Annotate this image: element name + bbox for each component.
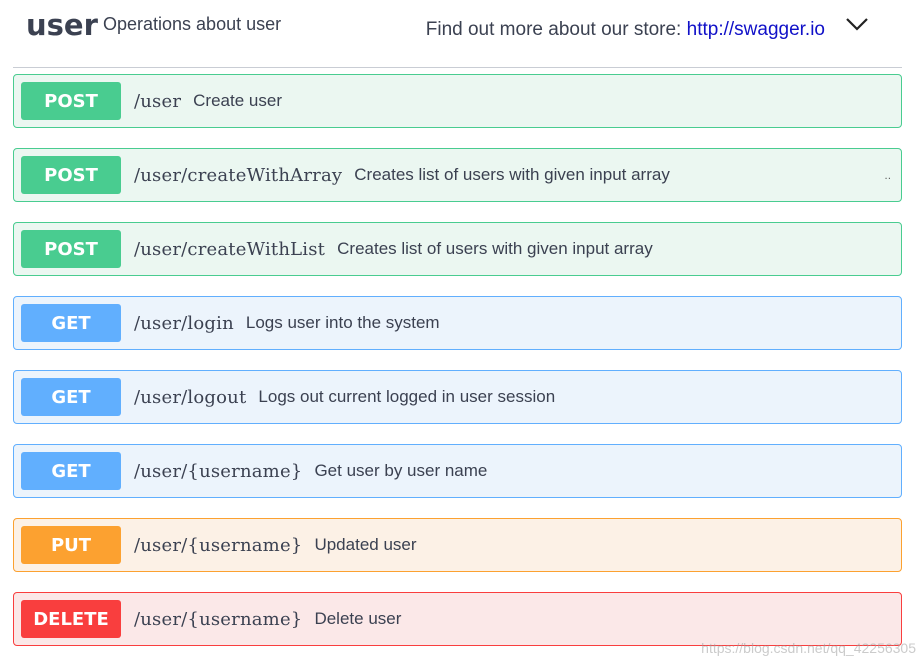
operation-summary: Updated user	[314, 535, 417, 554]
ellipsis-icon: ‥	[884, 171, 891, 182]
operation-block[interactable]: POST /user/createWithArray Creates list …	[13, 148, 902, 202]
method-badge: GET	[21, 378, 121, 416]
operation-path: /user	[134, 90, 182, 112]
operation-path: /user/login	[134, 312, 234, 334]
external-docs-link[interactable]: http://swagger.io	[687, 19, 825, 40]
method-badge: POST	[21, 230, 121, 268]
method-badge: GET	[21, 452, 121, 490]
chevron-down-icon[interactable]	[843, 14, 871, 34]
operation-summary: Creates list of users with given input a…	[337, 239, 653, 258]
operation-block[interactable]: POST /user/createWithList Creates list o…	[13, 222, 902, 276]
watermark: https://blog.csdn.net/qq_42256305	[701, 640, 916, 656]
operation-summary: Creates list of users with given input a…	[354, 165, 670, 184]
operation-path: /user/{username}	[134, 608, 303, 630]
operation-path: /user/{username}	[134, 460, 303, 482]
method-badge: DELETE	[21, 600, 121, 638]
method-badge: PUT	[21, 526, 121, 564]
tag-title[interactable]: user	[26, 8, 98, 42]
operation-block[interactable]: PUT /user/{username} Updated user	[13, 518, 902, 572]
operation-path: /user/createWithArray	[134, 164, 343, 186]
method-badge: POST	[21, 82, 121, 120]
operations-list: POST /user Create user POST /user/create…	[13, 74, 902, 666]
tag-description: Operations about user	[103, 14, 282, 34]
operation-summary: Get user by user name	[314, 461, 488, 480]
method-badge: POST	[21, 156, 121, 194]
header-divider	[13, 67, 902, 68]
operation-block[interactable]: GET /user/login Logs user into the syste…	[13, 296, 902, 350]
operation-path: /user/{username}	[134, 534, 303, 556]
external-docs-label: Find out more about our store:	[425, 19, 682, 40]
operation-summary: Create user	[193, 91, 282, 110]
operation-summary: Logs out current logged in user session	[258, 387, 556, 406]
operation-summary: Logs user into the system	[245, 313, 440, 332]
external-docs: Find out more about our store: http://sw…	[426, 19, 825, 41]
tag-header[interactable]: user Operations about user Find out more…	[0, 0, 924, 68]
operation-block[interactable]: DELETE /user/{username} Delete user	[13, 592, 902, 646]
method-badge: GET	[21, 304, 121, 342]
operation-summary: Delete user	[314, 609, 402, 628]
operation-block[interactable]: POST /user Create user	[13, 74, 902, 128]
operation-path: /user/logout	[134, 386, 247, 408]
operation-path: /user/createWithList	[134, 238, 326, 260]
operation-block[interactable]: GET /user/logout Logs out current logged…	[13, 370, 902, 424]
operation-block[interactable]: GET /user/{username} Get user by user na…	[13, 444, 902, 498]
